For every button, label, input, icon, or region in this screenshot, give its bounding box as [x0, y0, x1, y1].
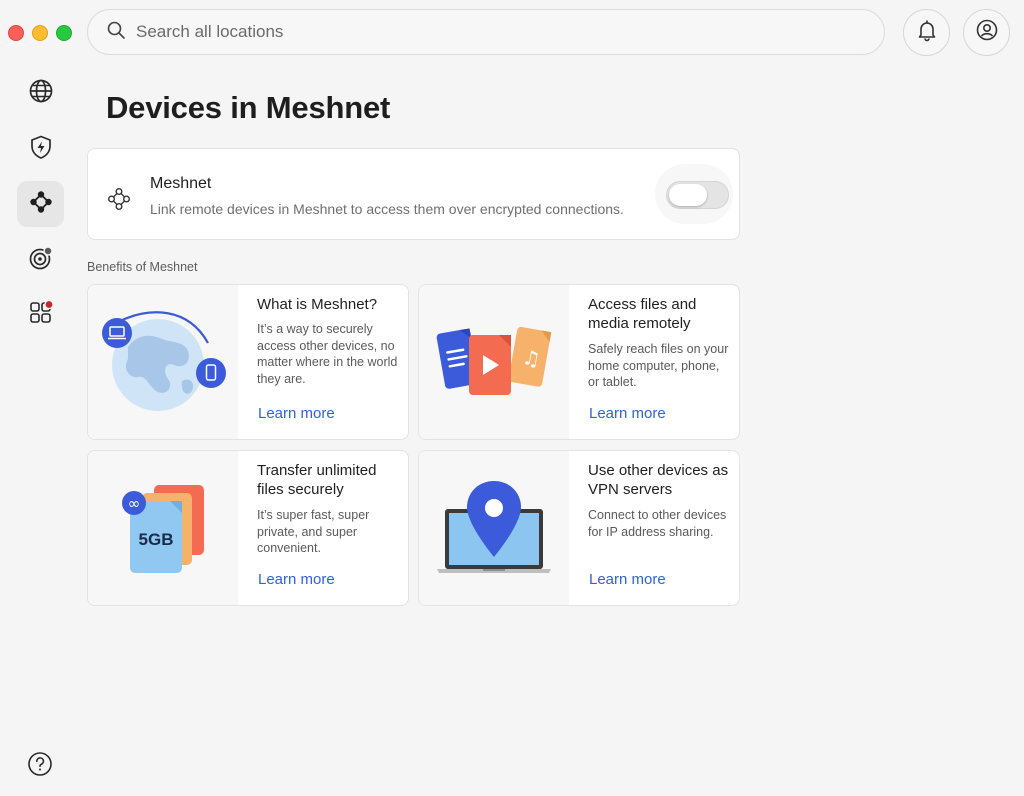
meshnet-title: Meshnet — [150, 175, 212, 192]
files-media-illustration: ♫ — [419, 285, 569, 439]
learn-more-link[interactable]: Learn more — [258, 571, 335, 588]
benefit-card-access-files: ♫ Access files and media remotely Safely… — [418, 284, 740, 440]
search-icon — [106, 20, 126, 45]
benefit-description: Safely reach files on your home computer… — [588, 342, 729, 389]
apps-grid-icon — [28, 299, 54, 331]
benefit-description: It’s super fast, super private, and supe… — [257, 508, 370, 555]
meshnet-icon — [107, 187, 131, 211]
close-window-button[interactable] — [8, 25, 24, 41]
sidebar-item-globe[interactable] — [17, 70, 64, 116]
help-button[interactable] — [27, 751, 53, 777]
benefit-card-what-is-meshnet: What is Meshnet? It’s a way to securely … — [87, 284, 409, 440]
zoom-window-button[interactable] — [56, 25, 72, 41]
sidebar-item-apps[interactable] — [17, 292, 64, 338]
toggle-knob — [669, 184, 707, 206]
benefit-title: Access files and media remotely — [588, 296, 697, 332]
benefit-description: It’s a way to securely access other devi… — [257, 322, 398, 386]
learn-more-link[interactable]: Learn more — [258, 405, 335, 422]
meshnet-icon — [28, 189, 54, 220]
window-controls — [8, 25, 72, 41]
learn-more-link[interactable]: Learn more — [589, 405, 666, 422]
learn-more-link[interactable]: Learn more — [589, 571, 666, 588]
minimize-window-button[interactable] — [32, 25, 48, 41]
laptop-location-illustration — [419, 451, 569, 605]
meshnet-toggle[interactable] — [666, 181, 729, 209]
benefit-card-vpn-servers: Use other devices as VPN servers Connect… — [418, 450, 740, 606]
globe-devices-illustration — [88, 285, 238, 439]
sidebar-item-meshnet[interactable] — [17, 181, 64, 227]
benefit-title: What is Meshnet? — [257, 296, 378, 313]
benefit-title: Use other devices as VPN servers — [588, 462, 729, 498]
search-input[interactable] — [136, 22, 836, 42]
benefit-description: Connect to other devices for IP address … — [588, 508, 727, 539]
meshnet-description: Link remote devices in Meshnet to access… — [150, 201, 624, 217]
benefit-card-transfer-files: 5GB ∞ Transfer unlimited files securely … — [87, 450, 409, 606]
shield-bolt-icon — [28, 134, 54, 165]
bell-icon — [915, 18, 939, 47]
illustration-size-label: 5GB — [139, 530, 174, 549]
account-button[interactable] — [963, 9, 1010, 56]
sidebar-item-dark-web-monitor[interactable] — [17, 237, 64, 283]
help-icon — [27, 752, 53, 781]
file-transfer-illustration: 5GB ∞ — [88, 451, 238, 605]
globe-icon — [28, 78, 54, 109]
benefit-title: Transfer unlimited files securely — [257, 462, 377, 498]
meshnet-card: Meshnet Link remote devices in Meshnet t… — [87, 148, 740, 240]
svg-text:∞: ∞ — [128, 495, 141, 513]
sidebar-item-threat-protection[interactable] — [17, 126, 64, 172]
benefits-label: Benefits of Meshnet — [87, 260, 198, 274]
page-title: Devices in Meshnet — [106, 90, 391, 125]
search-bar[interactable] — [87, 9, 885, 55]
account-icon — [975, 18, 999, 47]
radar-icon — [28, 245, 54, 276]
notifications-button[interactable] — [903, 9, 950, 56]
